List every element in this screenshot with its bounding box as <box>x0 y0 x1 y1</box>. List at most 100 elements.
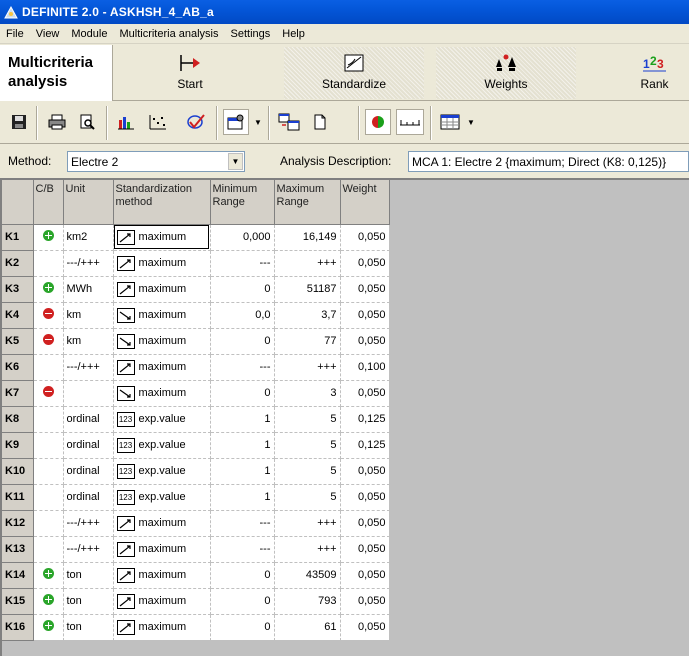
ruler-toggle-button[interactable] <box>396 109 424 135</box>
weights-button[interactable]: Weights <box>436 47 576 99</box>
maximum-range-cell[interactable]: 77 <box>274 328 341 355</box>
cb-cell[interactable] <box>33 380 64 407</box>
pie-toggle-button[interactable] <box>365 109 391 135</box>
weight-cell[interactable]: 0,050 <box>340 510 390 537</box>
cb-cell[interactable] <box>33 432 64 459</box>
cb-cell[interactable] <box>33 536 64 563</box>
standardization-cell[interactable]: maximum <box>113 250 211 277</box>
table-row[interactable]: K5 km maximum 0 77 0,050 <box>2 328 390 355</box>
unit-cell[interactable]: ton <box>63 614 114 641</box>
table-row[interactable]: K14 ton maximum 0 43509 0,050 <box>2 562 390 589</box>
maximum-range-cell[interactable]: 793 <box>274 588 341 615</box>
standardization-cell[interactable]: maximum <box>113 510 211 537</box>
rank-button[interactable]: 1 2 3 Rank <box>620 47 689 99</box>
weight-cell[interactable]: 0,050 <box>340 484 390 511</box>
table-transfer-button[interactable] <box>276 109 302 135</box>
weight-cell[interactable]: 0,050 <box>340 276 390 303</box>
minimum-range-cell[interactable]: 0 <box>210 328 275 355</box>
cb-cell[interactable] <box>33 588 64 615</box>
minimum-range-cell[interactable]: --- <box>210 250 275 277</box>
minimum-range-cell[interactable]: --- <box>210 510 275 537</box>
table-row[interactable]: K9 ordinal 123 exp.value 1 5 0,125 <box>2 432 390 459</box>
grid-view-dropdown-arrow[interactable]: ▼ <box>466 109 476 135</box>
maximum-range-cell[interactable]: 5 <box>274 406 341 433</box>
cb-cell[interactable] <box>33 614 64 641</box>
minimum-range-cell[interactable]: 0 <box>210 380 275 407</box>
table-row[interactable]: K11 ordinal 123 exp.value 1 5 0,050 <box>2 484 390 511</box>
weight-cell[interactable]: 0,050 <box>340 250 390 277</box>
table-row[interactable]: K3 MWh maximum 0 51187 0,050 <box>2 276 390 303</box>
standardization-cell[interactable]: maximum <box>113 354 211 381</box>
maximum-range-cell[interactable]: 61 <box>274 614 341 641</box>
standardization-cell[interactable]: maximum <box>113 380 211 407</box>
maximum-range-cell[interactable]: 16,149 <box>274 224 341 251</box>
menu-help[interactable]: Help <box>276 28 311 40</box>
unit-cell[interactable]: km2 <box>63 224 114 251</box>
standardize-button[interactable]: Standardize <box>284 47 424 99</box>
start-button[interactable]: Start <box>130 47 250 99</box>
cb-cell[interactable] <box>33 406 64 433</box>
chevron-down-icon[interactable]: ▼ <box>228 153 243 170</box>
minimum-range-cell[interactable]: 0 <box>210 276 275 303</box>
scatter-button[interactable] <box>145 109 171 135</box>
maximum-range-cell[interactable]: +++ <box>274 510 341 537</box>
cb-cell[interactable] <box>33 510 64 537</box>
maximum-range-cell[interactable]: 51187 <box>274 276 341 303</box>
weight-cell[interactable]: 0,125 <box>340 406 390 433</box>
maximum-range-cell[interactable]: 3,7 <box>274 302 341 329</box>
weight-cell[interactable]: 0,100 <box>340 354 390 381</box>
unit-cell[interactable]: km <box>63 328 114 355</box>
maximum-range-cell[interactable]: 43509 <box>274 562 341 589</box>
standardization-cell[interactable]: 123 exp.value <box>113 458 211 485</box>
weight-cell[interactable]: 0,050 <box>340 328 390 355</box>
save-button[interactable] <box>6 109 32 135</box>
unit-cell[interactable]: ---/+++ <box>63 536 114 563</box>
unit-cell[interactable] <box>63 380 114 407</box>
table-row[interactable]: K1 km2 maximum 0,000 16,149 0,050 <box>2 224 390 251</box>
maximum-range-cell[interactable]: 5 <box>274 432 341 459</box>
weight-cell[interactable]: 0,050 <box>340 458 390 485</box>
menu-file[interactable]: File <box>0 28 30 40</box>
minimum-range-cell[interactable]: --- <box>210 354 275 381</box>
standardization-cell[interactable]: 123 exp.value <box>113 406 211 433</box>
standardization-cell[interactable]: maximum <box>113 224 211 251</box>
menu-module[interactable]: Module <box>65 28 113 40</box>
menu-multicriteria-analysis[interactable]: Multicriteria analysis <box>113 28 224 40</box>
unit-cell[interactable]: ordinal <box>63 484 114 511</box>
print-button[interactable] <box>44 109 70 135</box>
menu-settings[interactable]: Settings <box>225 28 277 40</box>
cb-cell[interactable] <box>33 354 64 381</box>
maximum-range-cell[interactable]: 3 <box>274 380 341 407</box>
unit-cell[interactable]: km <box>63 302 114 329</box>
print-preview-button[interactable] <box>74 109 100 135</box>
minimum-range-cell[interactable]: 0 <box>210 562 275 589</box>
standardization-cell[interactable]: maximum <box>113 328 211 355</box>
unit-cell[interactable]: ordinal <box>63 458 114 485</box>
cb-cell[interactable] <box>33 562 64 589</box>
table-row[interactable]: K2 ---/+++ maximum --- +++ 0,050 <box>2 250 390 277</box>
minimum-range-cell[interactable]: 0,0 <box>210 302 275 329</box>
bar-chart-button[interactable] <box>113 109 139 135</box>
table-row[interactable]: K6 ---/+++ maximum --- +++ 0,100 <box>2 354 390 381</box>
weight-cell[interactable]: 0,125 <box>340 432 390 459</box>
weight-cell[interactable]: 0,050 <box>340 562 390 589</box>
weight-cell[interactable]: 0,050 <box>340 588 390 615</box>
table-row[interactable]: K10 ordinal 123 exp.value 1 5 0,050 <box>2 458 390 485</box>
minimum-range-cell[interactable]: 0,000 <box>210 224 275 251</box>
weight-cell[interactable]: 0,050 <box>340 302 390 329</box>
weight-cell[interactable]: 0,050 <box>340 536 390 563</box>
minimum-range-cell[interactable]: 1 <box>210 458 275 485</box>
cb-cell[interactable] <box>33 458 64 485</box>
cb-cell[interactable] <box>33 224 64 251</box>
standardization-cell[interactable]: maximum <box>113 536 211 563</box>
unit-cell[interactable]: ordinal <box>63 406 114 433</box>
menu-view[interactable]: View <box>30 28 66 40</box>
unit-cell[interactable]: MWh <box>63 276 114 303</box>
weight-cell[interactable]: 0,050 <box>340 614 390 641</box>
standardization-cell[interactable]: maximum <box>113 614 211 641</box>
settings-dropdown-arrow[interactable]: ▼ <box>253 109 263 135</box>
maximum-range-cell[interactable]: +++ <box>274 250 341 277</box>
analysis-description-field[interactable]: MCA 1: Electre 2 {maximum; Direct (K8: 0… <box>408 151 689 172</box>
grid-view-button[interactable] <box>437 109 463 135</box>
table-row[interactable]: K4 km maximum 0,0 3,7 0,050 <box>2 302 390 329</box>
